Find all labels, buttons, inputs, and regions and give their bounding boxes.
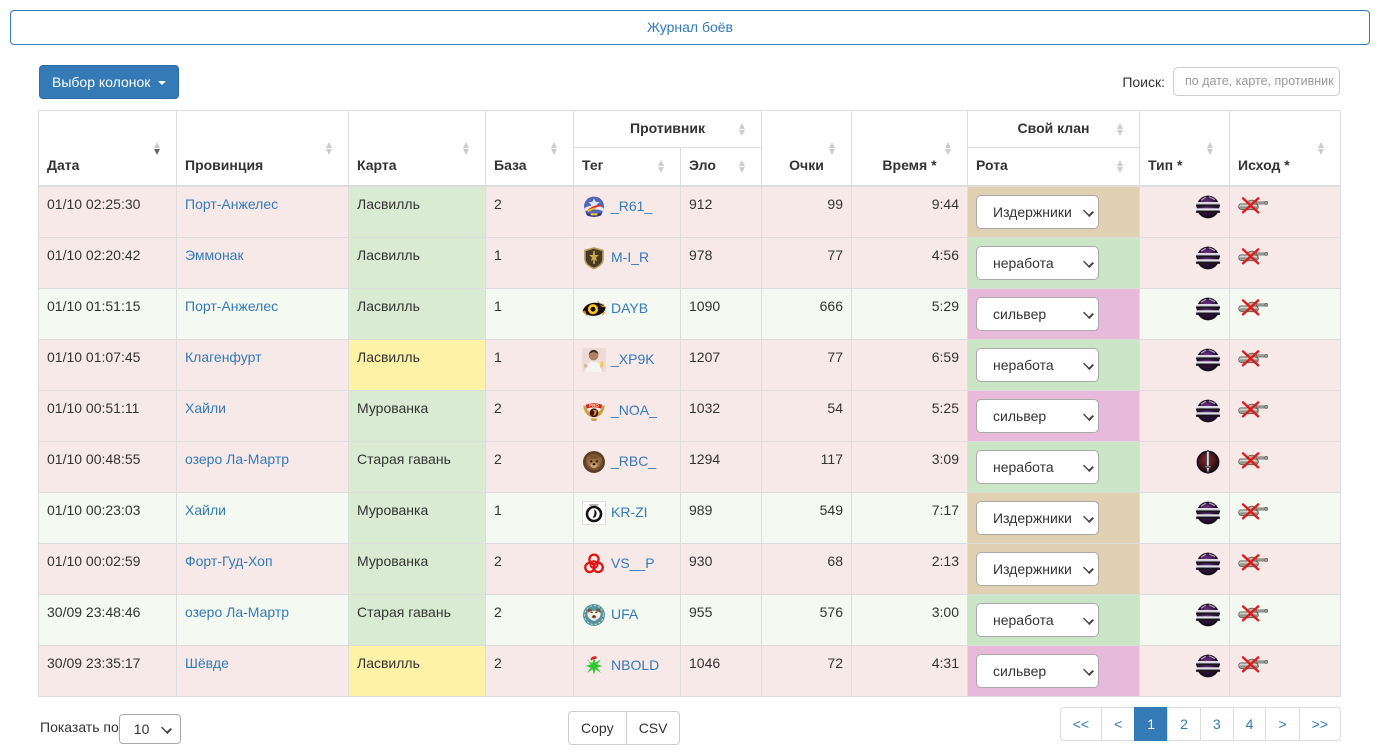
svg-text:PRO: PRO xyxy=(589,402,599,407)
svg-text:SPIRIT: SPIRIT xyxy=(589,503,599,507)
